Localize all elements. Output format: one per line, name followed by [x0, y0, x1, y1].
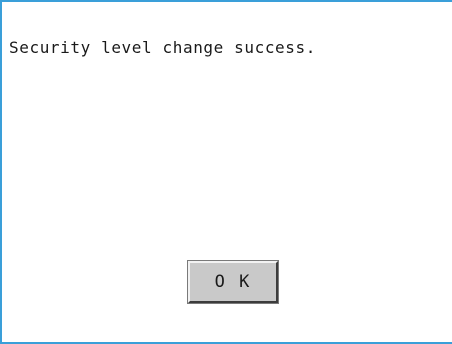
ok-button[interactable]: O K	[187, 260, 279, 304]
dialog-message: Security level change success.	[9, 38, 316, 57]
message-dialog: Security level change success. O K	[0, 0, 452, 344]
